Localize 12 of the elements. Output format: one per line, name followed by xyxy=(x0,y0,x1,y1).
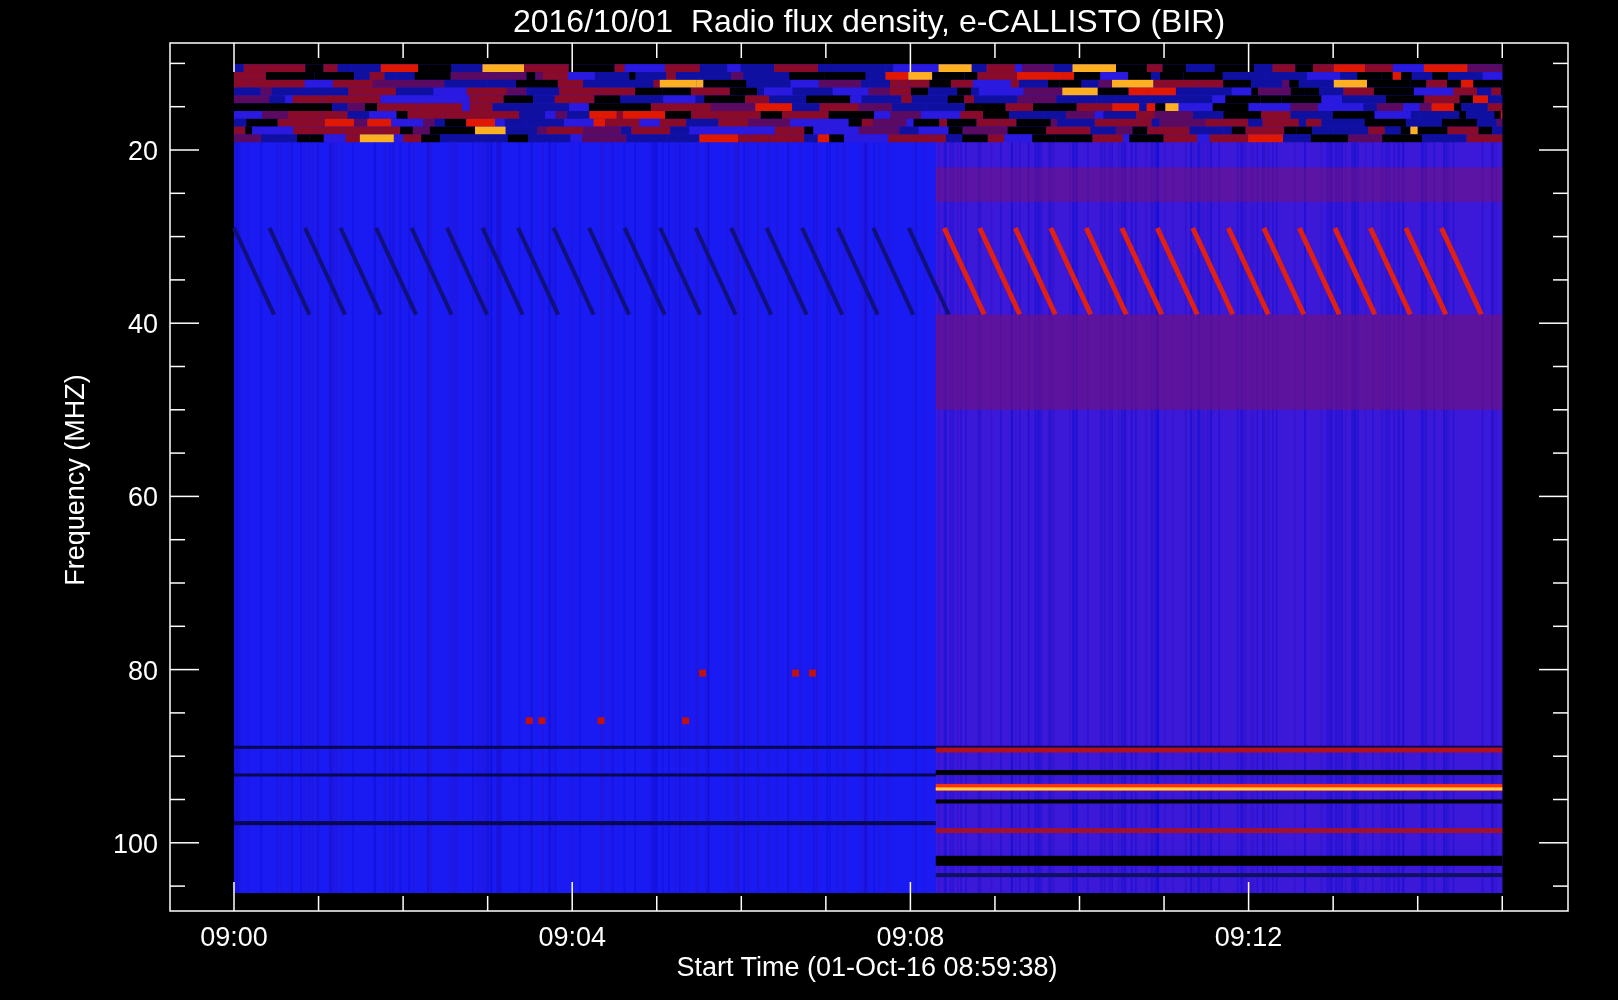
axis-tick-label: 40 xyxy=(127,309,158,340)
axis-tick-label: 09:08 xyxy=(876,922,945,952)
axis-tick-label: 100 xyxy=(112,828,158,859)
y-axis-title: Frequency (MHZ) xyxy=(60,374,90,586)
chart-title: 2016/10/01 Radio flux density, e-CALLISTO (BIR) xyxy=(512,3,1226,39)
axis-tick-label: 09:00 xyxy=(200,922,268,952)
axis-tick-label: 09:12 xyxy=(1214,922,1283,952)
axis-tick-label: 09:04 xyxy=(538,922,606,952)
axis-tick-label: 20 xyxy=(127,136,158,166)
axis-tick-label: 60 xyxy=(127,482,158,513)
x-axis-title: Start Time (01-Oct-16 08:59:38) xyxy=(676,952,1058,982)
axis-tick-label: 80 xyxy=(127,655,158,686)
